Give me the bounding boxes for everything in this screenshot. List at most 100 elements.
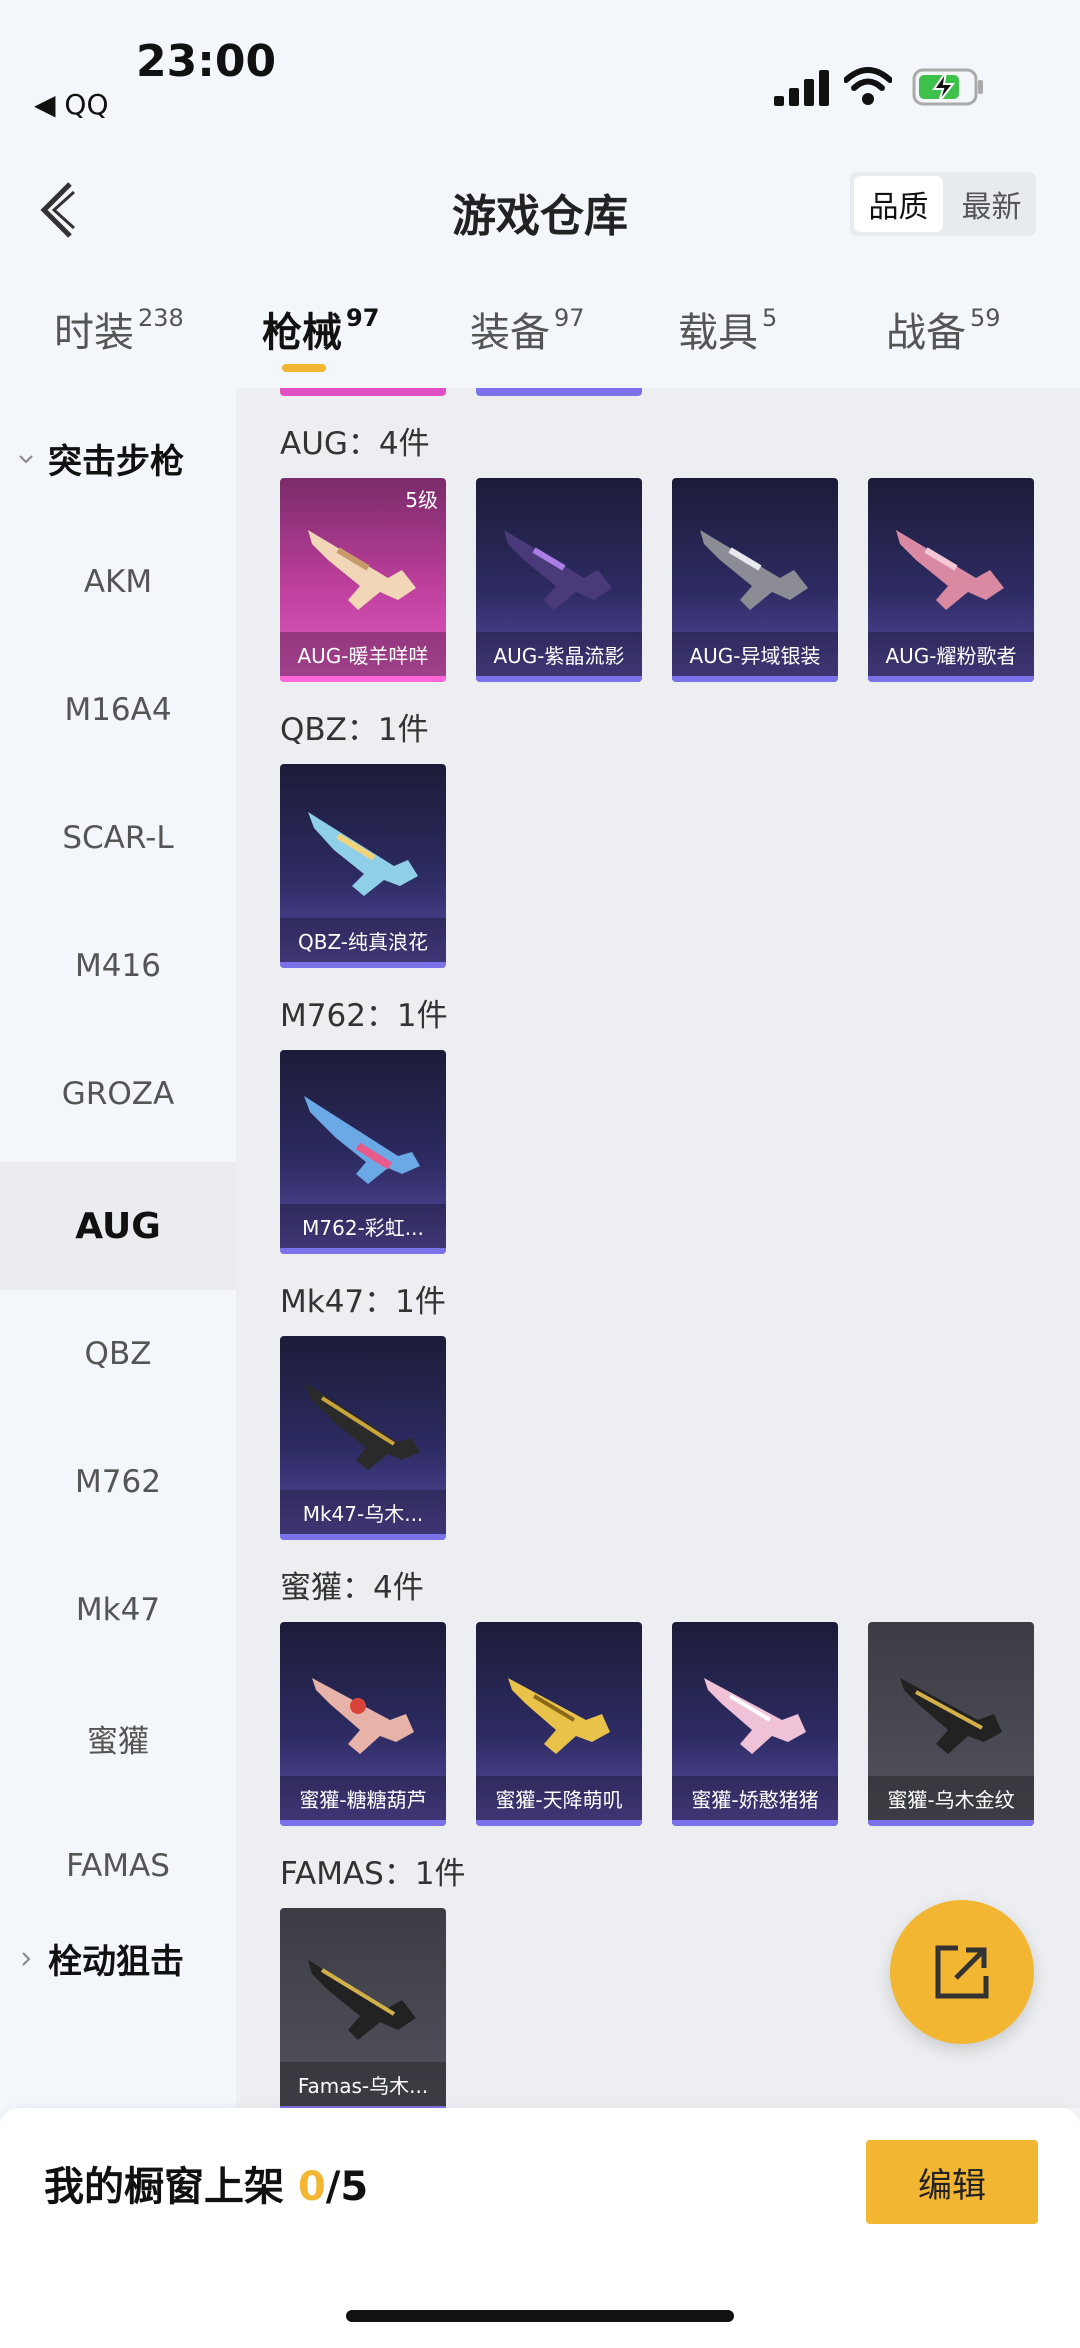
battery-charging-icon bbox=[912, 68, 983, 106]
sidebar-category-bolt-snipers[interactable]: 栓动狙击 bbox=[18, 1934, 184, 1983]
rarity-bar bbox=[476, 1820, 642, 1826]
rarity-bar bbox=[280, 1534, 446, 1540]
tab-label: 装备 bbox=[470, 310, 550, 356]
home-indicator[interactable] bbox=[346, 2310, 734, 2322]
tab-label: 载具 bbox=[678, 310, 758, 356]
tab-firearms[interactable]: 枪械 97 bbox=[262, 300, 379, 358]
rarity-bar bbox=[868, 676, 1034, 682]
sort-latest-button[interactable]: 最新 bbox=[947, 172, 1036, 236]
weapon-card[interactable]: 蜜獾-糖糖葫芦 bbox=[280, 1622, 446, 1826]
tab-count: 97 bbox=[346, 303, 380, 332]
share-icon bbox=[935, 1945, 989, 1999]
sidebar-item-famas[interactable]: FAMAS bbox=[0, 1802, 236, 1930]
edit-button[interactable]: 编辑 bbox=[866, 2140, 1038, 2224]
sidebar-item-m16a4[interactable]: M16A4 bbox=[0, 646, 236, 774]
item-name: AUG-暖羊咩咩 bbox=[280, 632, 446, 676]
gun-skin-icon bbox=[312, 1678, 414, 1754]
rarity-bar bbox=[868, 1820, 1034, 1826]
showcase-status: 我的橱窗上架 0/5 bbox=[44, 2154, 368, 2212]
weapon-card[interactable]: QBZ-纯真浪花 bbox=[280, 764, 446, 968]
showcase-total: /5 bbox=[325, 2164, 369, 2210]
weapon-card[interactable]: AUG-耀粉歌者 bbox=[868, 478, 1034, 682]
sidebar-category-label: 突击步枪 bbox=[48, 442, 184, 482]
sort-toggle: 品质 最新 bbox=[850, 172, 1036, 236]
sidebar-category-label: 栓动狙击 bbox=[48, 1942, 184, 1982]
gun-skin-icon bbox=[896, 530, 1004, 610]
showcase-label: 我的橱窗上架 bbox=[44, 2164, 284, 2210]
tab-count: 238 bbox=[138, 303, 184, 332]
rarity-bar bbox=[280, 962, 446, 968]
item-name: Famas-乌木... bbox=[280, 2062, 446, 2106]
status-time: 23:00 bbox=[136, 36, 277, 87]
item-name: AUG-耀粉歌者 bbox=[868, 632, 1034, 676]
active-tab-indicator bbox=[282, 364, 326, 372]
gun-skin-icon bbox=[304, 1096, 420, 1184]
tab-count: 97 bbox=[554, 303, 585, 332]
weapon-card[interactable]: 5级 AUG-暖羊咩咩 bbox=[280, 478, 446, 682]
weapon-card[interactable]: Mk47-乌木... bbox=[280, 1336, 446, 1540]
sidebar-item-aug[interactable]: AUG bbox=[0, 1162, 236, 1290]
sidebar-item-groza[interactable]: GROZA bbox=[0, 1030, 236, 1158]
rarity-bar bbox=[476, 676, 642, 682]
chevron-down-icon bbox=[19, 454, 33, 463]
item-name: AUG-紫晶流影 bbox=[476, 632, 642, 676]
section-title-famas: FAMAS：1件 bbox=[280, 1856, 466, 1892]
weapon-sidebar: 突击步枪 AKM M16A4 SCAR-L M416 GROZA AUG QBZ… bbox=[0, 388, 236, 2108]
gun-skin-icon bbox=[900, 1678, 1002, 1754]
gun-skin-icon bbox=[308, 530, 416, 610]
item-name: Mk47-乌木... bbox=[280, 1490, 446, 1534]
tab-supplies[interactable]: 战备 59 bbox=[886, 300, 1001, 358]
wifi-icon bbox=[844, 67, 892, 105]
sidebar-item-scar-l[interactable]: SCAR-L bbox=[0, 774, 236, 902]
rarity-bar bbox=[280, 1820, 446, 1826]
item-name: 蜜獾-天降萌叽 bbox=[476, 1776, 642, 1820]
gun-skin-icon bbox=[308, 812, 418, 896]
category-tabs: 时装 238 枪械 97 装备 97 载具 5 战备 59 bbox=[0, 290, 1080, 390]
gun-skin-icon bbox=[308, 1960, 416, 2040]
section-title-aug: AUG：4件 bbox=[280, 426, 430, 462]
gun-skin-icon bbox=[508, 1678, 610, 1754]
sidebar-category-assault-rifles[interactable]: 突击步枪 bbox=[18, 434, 184, 483]
item-name: 蜜獾-娇憨猪猪 bbox=[672, 1776, 838, 1820]
gun-skin-icon bbox=[504, 530, 612, 610]
rarity-bar bbox=[280, 1248, 446, 1254]
weapon-card[interactable]: 蜜獾-乌木金纹 bbox=[868, 1622, 1034, 1826]
rarity-bar bbox=[672, 676, 838, 682]
sort-quality-button[interactable]: 品质 bbox=[854, 176, 943, 232]
weapon-card[interactable]: 蜜獾-天降萌叽 bbox=[476, 1622, 642, 1826]
sidebar-item-m762[interactable]: M762 bbox=[0, 1418, 236, 1546]
cellular-signal-icon bbox=[774, 70, 829, 106]
sidebar-item-qbz[interactable]: QBZ bbox=[0, 1290, 236, 1418]
item-name: M762-彩虹... bbox=[280, 1204, 446, 1248]
weapon-card[interactable]: M762-彩虹... bbox=[280, 1050, 446, 1254]
sidebar-item-m416[interactable]: M416 bbox=[0, 902, 236, 1030]
tab-fashion[interactable]: 时装 238 bbox=[54, 300, 184, 358]
weapon-card[interactable]: AUG-紫晶流影 bbox=[476, 478, 642, 682]
rarity-bar bbox=[280, 676, 446, 682]
share-button[interactable] bbox=[890, 1900, 1034, 2044]
tab-equipment[interactable]: 装备 97 bbox=[470, 300, 585, 358]
section-title-honey-badger: 蜜獾：4件 bbox=[280, 1570, 424, 1606]
showcase-count: 0 bbox=[297, 2164, 326, 2210]
chevron-right-icon bbox=[22, 1951, 31, 1966]
back-to-app-link[interactable]: ◀ QQ bbox=[34, 88, 109, 121]
status-bar: 23:00 ◀ QQ bbox=[0, 0, 1080, 130]
weapon-card[interactable]: AUG-异域银装 bbox=[672, 478, 838, 682]
tab-vehicles[interactable]: 载具 5 bbox=[678, 300, 777, 358]
gun-skin-icon bbox=[304, 1382, 420, 1470]
weapon-card[interactable]: Famas-乌木... bbox=[280, 1908, 446, 2108]
item-name: 蜜獾-糖糖葫芦 bbox=[280, 1776, 446, 1820]
weapon-card[interactable]: 蜜獾-娇憨猪猪 bbox=[672, 1622, 838, 1826]
sidebar-item-mk47[interactable]: Mk47 bbox=[0, 1546, 236, 1674]
tab-count: 5 bbox=[762, 303, 778, 332]
sidebar-item-honey-badger[interactable]: 蜜獾 bbox=[0, 1674, 236, 1802]
item-name: QBZ-纯真浪花 bbox=[280, 918, 446, 962]
tab-label: 时装 bbox=[54, 310, 134, 356]
tab-label: 枪械 bbox=[262, 310, 342, 356]
section-title-qbz: QBZ：1件 bbox=[280, 712, 429, 748]
section-title-m762: M762：1件 bbox=[280, 998, 448, 1034]
item-level: 5级 bbox=[405, 488, 438, 512]
card-edge bbox=[280, 388, 446, 396]
sidebar-item-akm[interactable]: AKM bbox=[0, 518, 236, 646]
tab-label: 战备 bbox=[886, 310, 966, 356]
